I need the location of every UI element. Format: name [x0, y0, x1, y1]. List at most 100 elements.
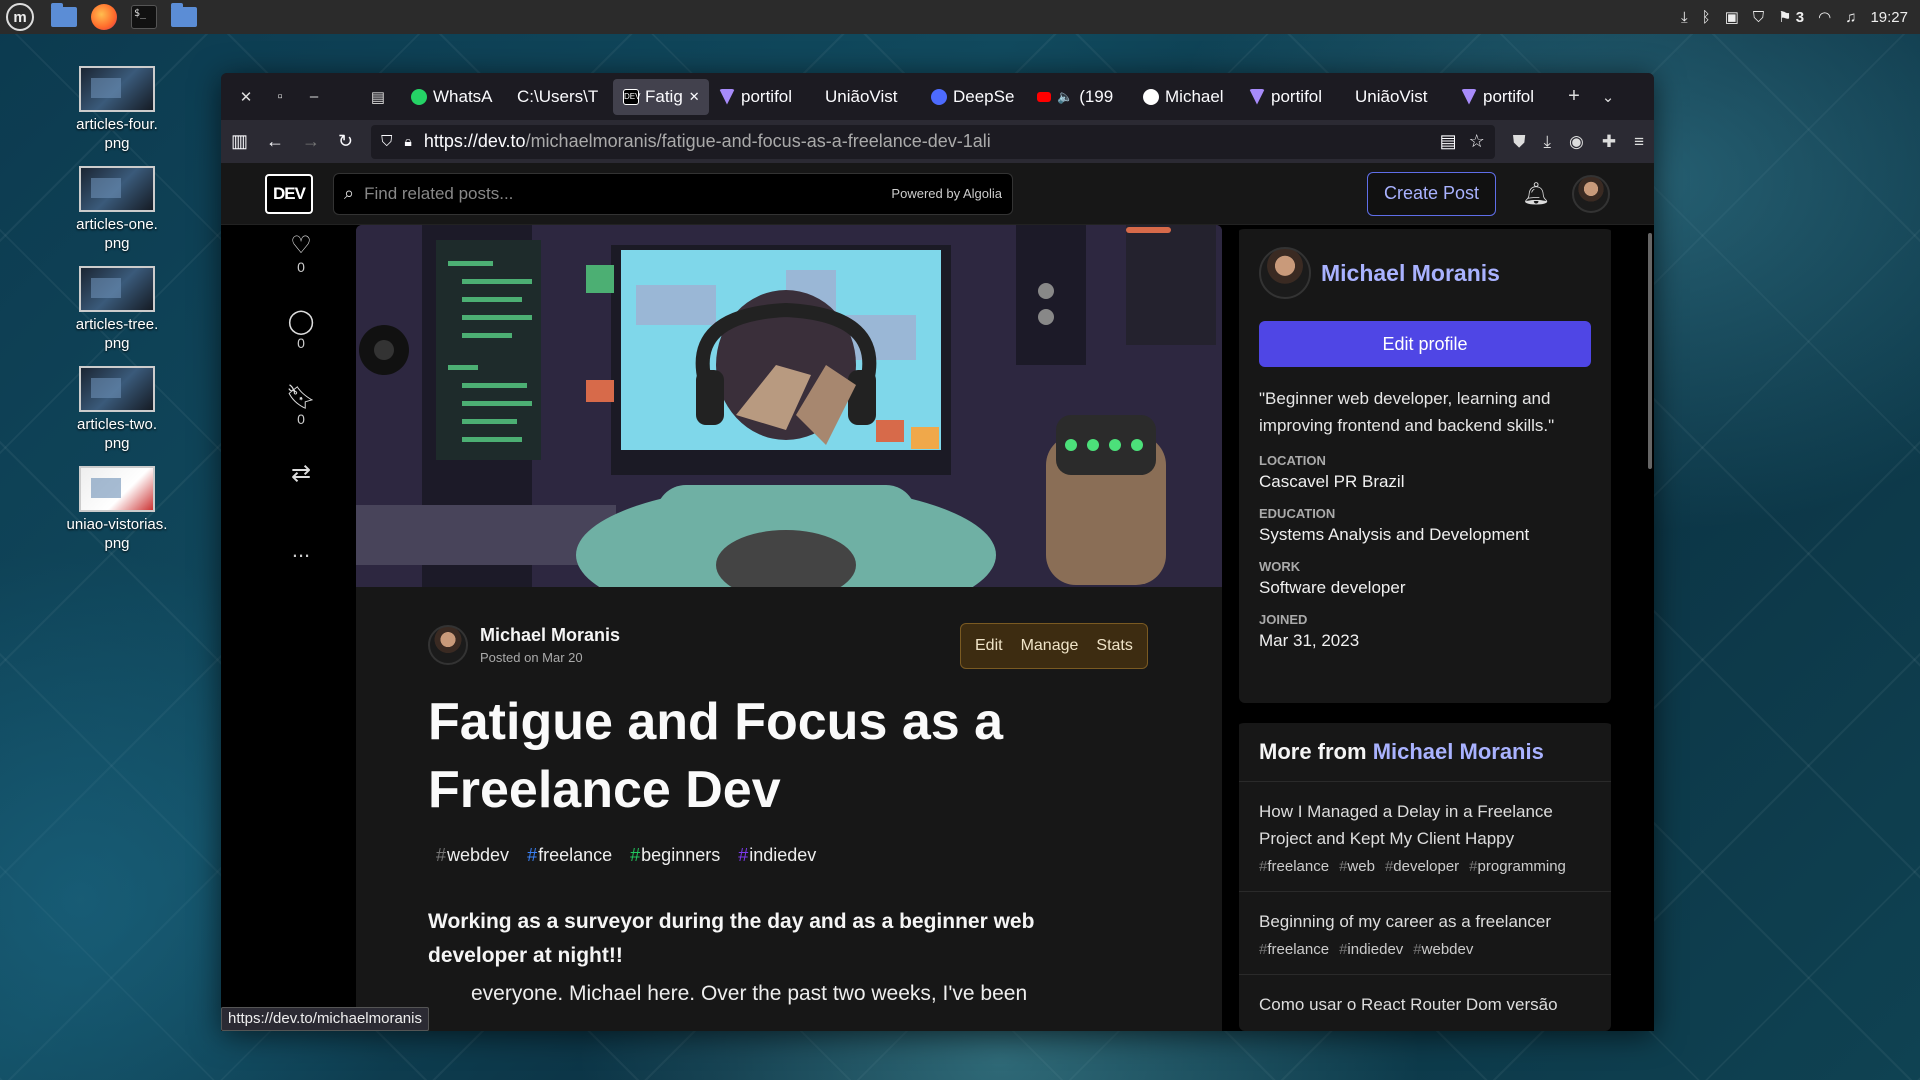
speaker-icon[interactable]: 🔈 [1057, 89, 1073, 105]
tag-link[interactable]: #developer [1385, 858, 1459, 875]
search-input[interactable]: ⌕ Find related posts... Powered by Algol… [333, 172, 1013, 215]
desktop-file-label: uniao-vistorias. png [66, 516, 168, 552]
url-bar[interactable]: ⛉ 🔒︎ https://dev.to/michaelmoranis/fatig… [371, 124, 1495, 159]
image-thumbnail [79, 266, 155, 312]
new-tab-icon[interactable]: + [1557, 85, 1591, 108]
tag-label: webdev [1421, 941, 1474, 958]
edit-button[interactable]: Edit [975, 637, 1003, 655]
clock[interactable]: 19:27 [1870, 9, 1908, 26]
image-thumbnail [79, 166, 155, 212]
back-icon[interactable]: ← [266, 131, 284, 152]
user-avatar[interactable] [1572, 174, 1610, 213]
pocket-icon[interactable]: ⛊ [1513, 132, 1526, 152]
more-from-item[interactable]: Como usar o React Router Dom versão [1239, 975, 1611, 1031]
tag-link[interactable]: #indiedev [738, 845, 816, 866]
post-title: How I Managed a Delay in a Freelance Pro… [1259, 802, 1553, 848]
forward-icon[interactable]: → [302, 131, 320, 152]
lock-icon[interactable]: 🔒︎ [404, 133, 411, 150]
like-reaction[interactable]: ♡ 0 [271, 233, 331, 276]
edit-profile-button[interactable]: Edit profile [1259, 321, 1591, 367]
tag-link[interactable]: #indiedev [1339, 941, 1403, 958]
tag-link[interactable]: #programming [1469, 858, 1566, 875]
notifications-icon[interactable]: ⚑ 3 [1778, 8, 1804, 26]
tracking-protection-icon[interactable]: ⛉ [381, 133, 392, 150]
notifications-bell-icon[interactable]: 🔔︎ [1522, 181, 1550, 207]
close-tab-icon[interactable]: ✕ [689, 89, 700, 105]
sidebar-toggle-icon[interactable]: ▥ [231, 131, 248, 152]
files-launcher[interactable] [48, 3, 80, 31]
search-icon: ⌕ [344, 183, 355, 203]
minimize-window-icon[interactable]: – [297, 88, 331, 105]
extensions-icon[interactable]: ✚ [1602, 132, 1616, 152]
desktop-file-icon[interactable]: uniao-vistorias. png [52, 466, 182, 553]
wifi-icon[interactable]: ◠ [1818, 8, 1831, 26]
desktop-file-label: articles-two. png [76, 416, 158, 452]
clipboard-icon[interactable]: ▣ [1725, 8, 1739, 26]
tab-whatsapp[interactable]: WhatsA [401, 79, 507, 115]
tag-link[interactable]: #beginners [630, 845, 720, 866]
reader-view-icon[interactable]: ▤ [1440, 131, 1457, 152]
desktop-file-icon[interactable]: articles-tree. png [52, 266, 182, 353]
page-scrollbar[interactable] [1648, 233, 1652, 469]
music-icon[interactable]: ♫ [1845, 9, 1856, 26]
tab-file[interactable]: C:\Users\T [507, 79, 613, 115]
powered-by-algolia[interactable]: Powered by Algolia [891, 186, 1002, 201]
author-name[interactable]: Michael Moranis [480, 625, 620, 646]
repost-reaction[interactable]: ⇄ [271, 461, 331, 487]
tab-deepseek[interactable]: DeepSe [921, 79, 1027, 115]
tag-link[interactable]: #freelance [527, 845, 612, 866]
terminal-launcher[interactable]: $_ [128, 3, 160, 31]
tag-link[interactable]: #freelance [1259, 941, 1329, 958]
tab-overview-icon[interactable]: ▤ [361, 88, 395, 106]
maximize-window-icon[interactable]: ▫ [263, 88, 297, 105]
more-from-author[interactable]: Michael Moranis [1373, 739, 1544, 764]
menu-launcher-icon[interactable]: m [6, 3, 34, 31]
tab-youtube[interactable]: 🔈 (199 [1027, 79, 1133, 115]
toolbar-icons: ⛊ ⤓ ◉ ✚ ≡ [1513, 132, 1644, 152]
firefox-launcher[interactable] [88, 3, 120, 31]
field-key: Location [1259, 453, 1326, 468]
tab-github[interactable]: Michael [1133, 79, 1239, 115]
tab-uniaovist[interactable]: UniãoVist [815, 79, 921, 115]
create-post-button[interactable]: Create Post [1367, 171, 1497, 216]
desktop-file-icon[interactable]: articles-one. png [52, 166, 182, 253]
desktop-file-icon[interactable]: articles-four. png [52, 66, 182, 153]
more-from-item[interactable]: Beginning of my career as a freelancer #… [1239, 892, 1611, 975]
dev-logo[interactable]: DEV [265, 173, 313, 214]
download-icon[interactable]: ⤓ [1681, 9, 1688, 26]
comment-reaction[interactable]: ◯ 0 [271, 309, 331, 352]
tag-link[interactable]: #webdev [1413, 941, 1473, 958]
tab-label: Michael [1165, 86, 1224, 106]
desktop-file-icon[interactable]: articles-two. png [52, 366, 182, 453]
manage-button[interactable]: Manage [1021, 637, 1079, 655]
tag-link[interactable]: #freelance [1259, 858, 1329, 875]
stats-button[interactable]: Stats [1096, 637, 1132, 655]
tag-link[interactable]: #web [1339, 858, 1375, 875]
account-icon[interactable]: ◉ [1569, 132, 1584, 152]
bookmark-star-icon[interactable]: ☆ [1469, 131, 1485, 152]
tab-portfolio-3[interactable]: portifol [1451, 79, 1557, 115]
files-launcher-2[interactable] [168, 3, 200, 31]
reload-icon[interactable]: ↻ [338, 131, 353, 152]
more-from-item[interactable]: How I Managed a Delay in a Freelance Pro… [1239, 782, 1611, 892]
menu-hamburger-icon[interactable]: ≡ [1634, 132, 1644, 152]
tab-bar: ✕ ▫ – ▤ WhatsA C:\Users\T DEV Fatig ✕ port… [221, 73, 1654, 120]
more-options-icon[interactable]: ... [271, 537, 331, 563]
profile-name[interactable]: Michael Moranis [1321, 260, 1500, 287]
shield-icon[interactable]: ⛉ [1753, 9, 1764, 26]
tab-uniaovist-2[interactable]: UniãoVist [1345, 79, 1451, 115]
tab-active-devto[interactable]: DEV Fatig ✕ [613, 78, 709, 115]
tab-portfolio[interactable]: portifol [709, 79, 815, 115]
close-window-icon[interactable]: ✕ [229, 88, 263, 106]
post-tags: #freelance #web #developer #programming [1259, 858, 1591, 875]
bookmark-reaction[interactable]: 🔖︎ 0 [271, 385, 331, 428]
tag-link[interactable]: #webdev [436, 845, 509, 866]
tab-portfolio-2[interactable]: portifol [1239, 79, 1345, 115]
downloads-icon[interactable]: ⤓ [1543, 132, 1551, 152]
dev-page: DEV ⌕ Find related posts... Powered by A… [221, 163, 1654, 1031]
bluetooth-icon[interactable]: ᛒ [1702, 9, 1711, 26]
author-avatar[interactable] [428, 625, 468, 665]
whatsapp-icon [411, 88, 427, 105]
profile-avatar[interactable] [1259, 247, 1311, 299]
tab-list-chevron-icon[interactable]: ⌄ [1591, 88, 1625, 106]
